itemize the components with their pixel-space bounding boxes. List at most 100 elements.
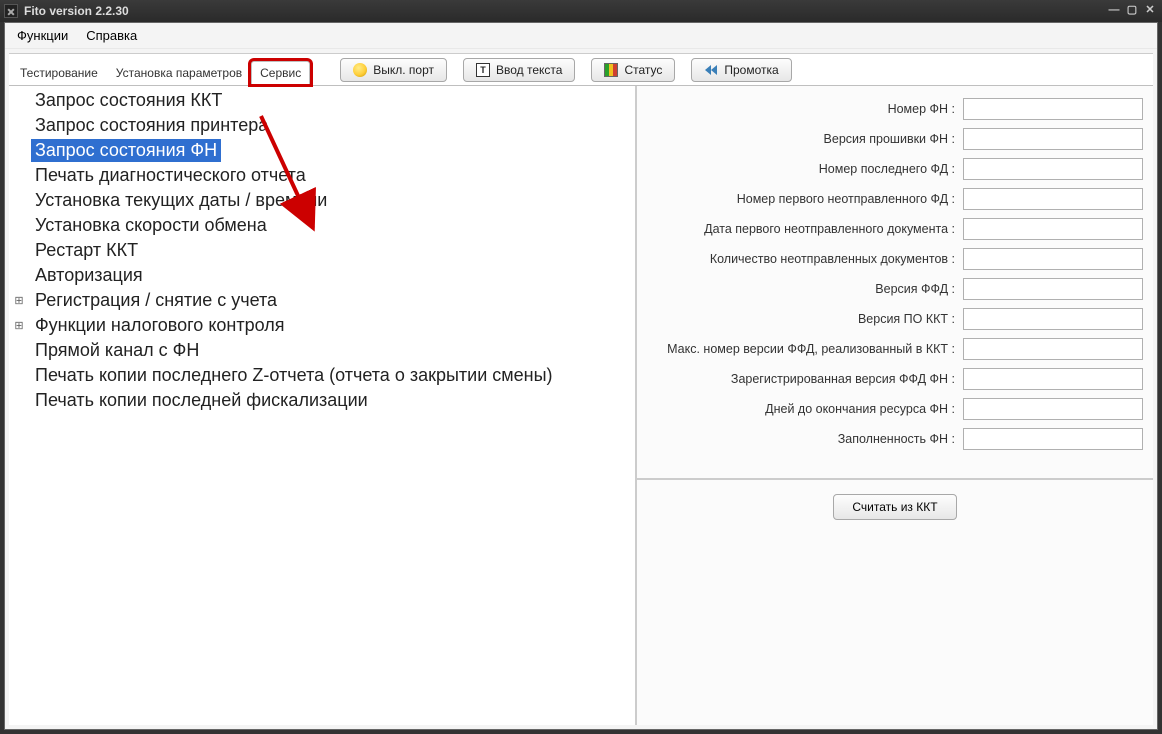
status-button-label: Статус bbox=[624, 63, 662, 77]
form-label: Номер последнего ФД : bbox=[819, 162, 955, 176]
tree-row[interactable]: Печать копии последнего Z-отчета (отчета… bbox=[11, 363, 635, 388]
tree-item-label[interactable]: Прямой канал с ФН bbox=[31, 339, 203, 362]
close-button[interactable]: ✕ bbox=[1142, 4, 1158, 18]
tree-expand-icon[interactable]: ⊞ bbox=[11, 319, 27, 332]
tab-testing[interactable]: Тестирование bbox=[11, 61, 107, 83]
text-icon: T bbox=[476, 63, 490, 77]
form-input[interactable] bbox=[963, 128, 1143, 150]
maximize-button[interactable]: ▢ bbox=[1124, 4, 1140, 18]
tree-item-label[interactable]: Установка текущих даты / времени bbox=[31, 189, 331, 212]
tree-row[interactable]: Прямой канал с ФН bbox=[11, 338, 635, 363]
tree-item-label[interactable]: Регистрация / снятие с учета bbox=[31, 289, 281, 312]
form-label: Версия прошивки ФН : bbox=[824, 132, 955, 146]
app-icon bbox=[4, 4, 18, 18]
lightbulb-icon bbox=[353, 63, 367, 77]
tree-item-label[interactable]: Запрос состояния ККТ bbox=[31, 89, 226, 112]
form-row: Зарегистрированная версия ФФД ФН : bbox=[645, 364, 1143, 394]
tree-row[interactable]: Авторизация bbox=[11, 263, 635, 288]
form-label: Макс. номер версии ФФД, реализованный в … bbox=[667, 342, 955, 356]
tab-params[interactable]: Установка параметров bbox=[107, 61, 251, 83]
window-controls: — ▢ ✕ bbox=[1106, 4, 1158, 18]
menubar: Функции Справка bbox=[5, 23, 1157, 49]
tree-expand-icon[interactable]: ⊞ bbox=[11, 294, 27, 307]
details-panel: Номер ФН : Версия прошивки ФН : Номер посл… bbox=[637, 86, 1153, 725]
rewind-button[interactable]: Промотка bbox=[691, 58, 791, 82]
form-input[interactable] bbox=[963, 188, 1143, 210]
form-label: Дней до окончания ресурса ФН : bbox=[765, 402, 955, 416]
form-label: Дата первого неотправленного документа : bbox=[704, 222, 955, 236]
form-input[interactable] bbox=[963, 278, 1143, 300]
form-row: Версия ФФД : bbox=[645, 274, 1143, 304]
form-input[interactable] bbox=[963, 158, 1143, 180]
port-button[interactable]: Выкл. порт bbox=[340, 58, 447, 82]
form-label: Заполненность ФН : bbox=[838, 432, 955, 446]
tree-row[interactable]: Запрос состояния ККТ bbox=[11, 88, 635, 113]
tree-item-label[interactable]: Печать копии последней фискализации bbox=[31, 389, 372, 412]
body-grid: Запрос состояния ККТЗапрос состояния при… bbox=[9, 86, 1153, 725]
form-label: Версия ФФД : bbox=[875, 282, 955, 296]
form-row: Номер последнего ФД : bbox=[645, 154, 1143, 184]
tree-item-label[interactable]: Запрос состояния ФН bbox=[31, 139, 221, 162]
form-row: Версия ПО ККТ : bbox=[645, 304, 1143, 334]
form-row: Макс. номер версии ФФД, реализованный в … bbox=[645, 334, 1143, 364]
toolbar: Выкл. порт T Ввод текста Статус Промотка bbox=[340, 58, 791, 82]
status-button[interactable]: Статус bbox=[591, 58, 675, 82]
form-row: Дней до окончания ресурса ФН : bbox=[645, 394, 1143, 424]
client-area: Функции Справка Тестирование Установка п… bbox=[4, 22, 1158, 730]
form-row: Номер первого неотправленного ФД : bbox=[645, 184, 1143, 214]
function-tree[interactable]: Запрос состояния ККТЗапрос состояния при… bbox=[9, 86, 637, 725]
minimize-button[interactable]: — bbox=[1106, 4, 1122, 18]
form-label: Номер первого неотправленного ФД : bbox=[737, 192, 955, 206]
text-input-button-label: Ввод текста bbox=[496, 63, 562, 77]
tree-row[interactable]: Установка скорости обмена bbox=[11, 213, 635, 238]
tree-item-label[interactable]: Авторизация bbox=[31, 264, 147, 287]
form-input[interactable] bbox=[963, 308, 1143, 330]
action-bar: Считать из ККТ bbox=[637, 478, 1153, 534]
text-input-button[interactable]: T Ввод текста bbox=[463, 58, 575, 82]
tree-row[interactable]: Печать диагностического отчета bbox=[11, 163, 635, 188]
content-area: Тестирование Установка параметров Сервис… bbox=[9, 53, 1153, 725]
form-input[interactable] bbox=[963, 248, 1143, 270]
form-row: Дата первого неотправленного документа : bbox=[645, 214, 1143, 244]
form-area: Номер ФН : Версия прошивки ФН : Номер посл… bbox=[637, 86, 1153, 458]
form-row: Номер ФН : bbox=[645, 94, 1143, 124]
titlebar: Fito version 2.2.30 — ▢ ✕ bbox=[0, 0, 1162, 22]
tree-row[interactable]: Печать копии последней фискализации bbox=[11, 388, 635, 413]
form-input[interactable] bbox=[963, 428, 1143, 450]
tab-row: Тестирование Установка параметров Сервис… bbox=[9, 54, 1153, 86]
tree-row[interactable]: Запрос состояния ФН bbox=[11, 138, 635, 163]
form-input[interactable] bbox=[963, 398, 1143, 420]
form-label: Количество неотправленных документов : bbox=[710, 252, 955, 266]
tree-row[interactable]: Установка текущих даты / времени bbox=[11, 188, 635, 213]
status-icon bbox=[604, 63, 618, 77]
form-input[interactable] bbox=[963, 218, 1143, 240]
tree-row[interactable]: ⊞ Функции налогового контроля bbox=[11, 313, 635, 338]
form-label: Зарегистрированная версия ФФД ФН : bbox=[731, 372, 955, 386]
tree-row[interactable]: Рестарт ККТ bbox=[11, 238, 635, 263]
form-label: Версия ПО ККТ : bbox=[858, 312, 955, 326]
tree-item-label[interactable]: Запрос состояния принтера bbox=[31, 114, 272, 137]
menu-help[interactable]: Справка bbox=[80, 26, 143, 45]
tree-row[interactable]: ⊞ Регистрация / снятие с учета bbox=[11, 288, 635, 313]
tree-row[interactable]: Запрос состояния принтера bbox=[11, 113, 635, 138]
port-button-label: Выкл. порт bbox=[373, 63, 434, 77]
tree-item-label[interactable]: Печать диагностического отчета bbox=[31, 164, 310, 187]
form-input[interactable] bbox=[963, 368, 1143, 390]
read-from-kkt-button[interactable]: Считать из ККТ bbox=[833, 494, 956, 520]
form-input[interactable] bbox=[963, 338, 1143, 360]
form-row: Версия прошивки ФН : bbox=[645, 124, 1143, 154]
tree-item-label[interactable]: Печать копии последнего Z-отчета (отчета… bbox=[31, 364, 557, 387]
tree-item-label[interactable]: Установка скорости обмена bbox=[31, 214, 271, 237]
rewind-button-label: Промотка bbox=[724, 63, 778, 77]
tab-service[interactable]: Сервис bbox=[251, 61, 310, 84]
app-window: Fito version 2.2.30 — ▢ ✕ Функции Справк… bbox=[0, 0, 1162, 734]
menu-functions[interactable]: Функции bbox=[11, 26, 74, 45]
form-input[interactable] bbox=[963, 98, 1143, 120]
tree-item-label[interactable]: Функции налогового контроля bbox=[31, 314, 288, 337]
window-title: Fito version 2.2.30 bbox=[24, 4, 1100, 18]
form-label: Номер ФН : bbox=[888, 102, 955, 116]
rewind-icon bbox=[704, 63, 718, 77]
tree-item-label[interactable]: Рестарт ККТ bbox=[31, 239, 142, 262]
form-row: Количество неотправленных документов : bbox=[645, 244, 1143, 274]
form-row: Заполненность ФН : bbox=[645, 424, 1143, 454]
